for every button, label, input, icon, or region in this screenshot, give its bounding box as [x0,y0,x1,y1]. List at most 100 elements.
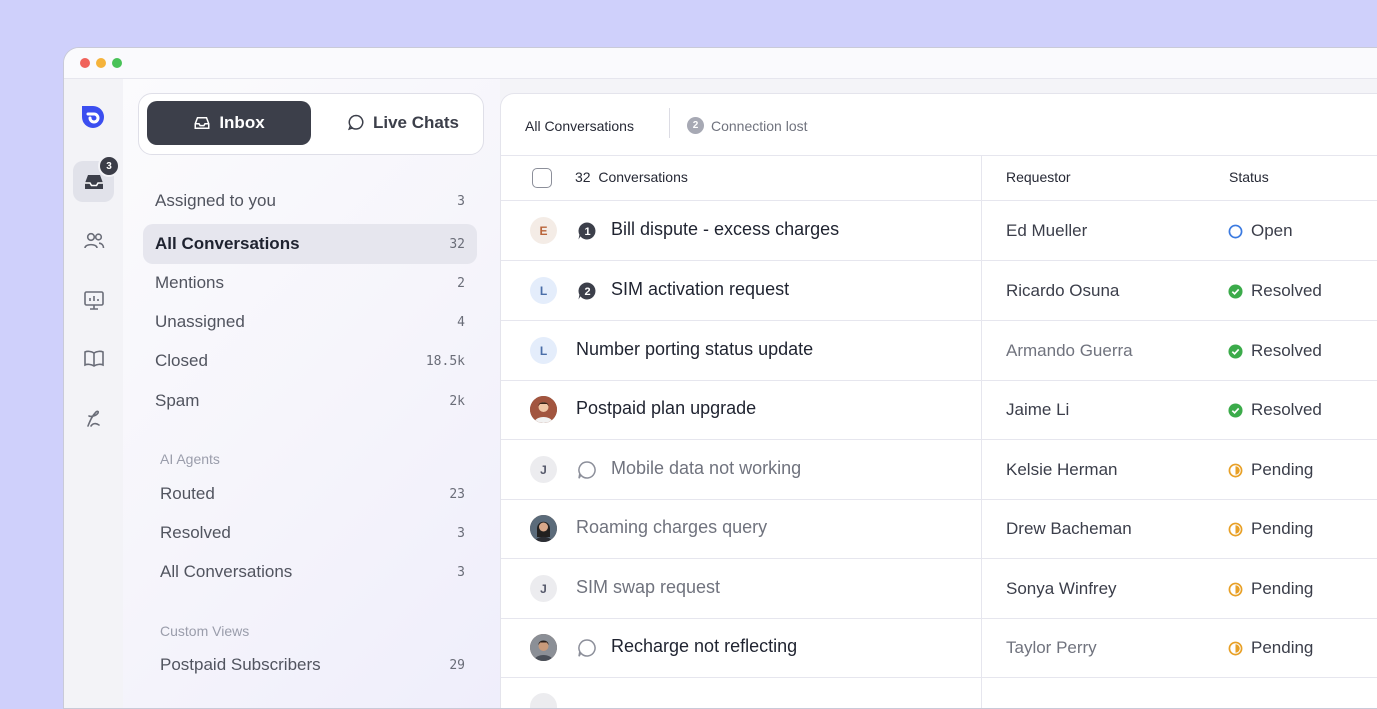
title-bar [64,48,1377,79]
ai-agents-heading: AI Agents [160,451,220,467]
status-cell: Pending [1228,579,1313,599]
logo-icon[interactable] [78,101,110,133]
table-row[interactable]: E 1 Bill dispute - excess charges Ed Mue… [501,201,1377,261]
live-chats-tab-button[interactable]: Live Chats [321,101,485,145]
chat-bubble-icon [578,639,596,657]
nav-label: All Conversations [160,562,293,581]
table-row[interactable]: J Mobile data not working Kelsie Herman … [501,440,1377,500]
nav-ai-routed[interactable]: Routed 23 [143,474,477,514]
nav-count: 29 [449,657,465,673]
nav-unassigned[interactable]: Unassigned 4 [143,302,477,342]
conversations-sidebar: Inbox Live Chats Assigned to you 3 All C… [123,79,500,708]
reports-icon [83,290,104,310]
requestor-name: Ricardo Osuna [1006,281,1120,300]
table-row[interactable] [501,678,1377,708]
nav-label: Resolved [160,523,231,542]
conversations-header-label: Conversations [598,169,688,185]
conversation-subject: Bill dispute - excess charges [611,219,840,239]
inbox-livechat-switch: Inbox Live Chats [138,93,484,155]
icon-rail: 3 [64,79,123,708]
nav-label: Unassigned [155,312,245,331]
nav-all-conversations[interactable]: All Conversations 32 [143,224,477,264]
status-cell: Pending [1228,460,1313,480]
custom-views-heading: Custom Views [160,623,250,639]
tab-divider [669,108,670,138]
nav-custom-postpaid-subscribers[interactable]: Postpaid Subscribers 29 [143,645,477,685]
nav-count: 3 [457,564,465,580]
knowledge-base-icon [83,350,104,367]
avatar: J [530,456,557,483]
minimize-window-button[interactable] [96,58,106,68]
avatar-photo [530,634,557,661]
nav-count: 18.5k [425,353,465,369]
avatar-photo [530,515,557,542]
nav-count: 2 [457,275,465,291]
integrations-icon [86,410,100,427]
table-row[interactable]: Roaming charges query Drew Bacheman Pend… [501,499,1377,559]
conversations-column-header: 32 Conversations [575,169,688,185]
table-row[interactable]: L Number porting status update Armando G… [501,321,1377,381]
nav-ai-all-conversations[interactable]: All Conversations 3 [143,552,477,592]
inbox-nav-button[interactable]: 3 [73,155,120,202]
pending-status-icon [1228,582,1243,596]
avatar-photo [530,396,557,423]
nav-spam[interactable]: Spam 2k [143,381,477,421]
nav-count: 3 [457,525,465,541]
nav-label: All Conversations [155,234,300,253]
pending-status-icon [1228,522,1243,536]
requestor-name: Drew Bacheman [1006,519,1132,538]
inbox-badge: 3 [98,155,120,177]
conversation-subject: Roaming charges query [576,517,768,537]
connection-status-text: Connection lost [711,117,808,134]
view-tabs: All Conversations 2 Connection lost [501,94,1377,156]
nav-count: 23 [449,486,465,502]
table-row[interactable]: Postpaid plan upgrade Jaime Li Resolved [501,380,1377,440]
avatar-partial [530,693,557,708]
requestor-name: Sonya Winfrey [1006,579,1117,598]
nav-ai-resolved[interactable]: Resolved 3 [143,513,477,553]
resolved-status-icon [1228,283,1243,299]
nav-label: Assigned to you [155,191,276,210]
knowledge-base-nav-button[interactable] [73,338,114,379]
status-label: Pending [1251,460,1314,479]
connection-status: 2 Connection lost [687,117,808,134]
connection-badge: 2 [687,117,704,134]
maximize-window-button[interactable] [112,58,122,68]
person-photo-icon [530,515,557,542]
requestor-column-header[interactable]: Requestor [1006,169,1071,185]
select-all-checkbox[interactable] [532,168,552,188]
nav-label: Postpaid Subscribers [160,655,321,674]
unread-count-text: 1 [584,226,590,238]
unread-count-badge: 1 [578,222,596,240]
status-label: Open [1251,221,1293,240]
close-window-button[interactable] [80,58,90,68]
nav-mentions[interactable]: Mentions 2 [143,263,477,303]
reports-nav-button[interactable] [73,279,114,320]
contacts-nav-button[interactable] [73,220,114,261]
table-row[interactable]: L 2 SIM activation request Ricardo Osuna… [501,261,1377,321]
pending-status-icon [1228,641,1243,655]
table-row[interactable]: J SIM swap request Sonya Winfrey Pending [501,559,1377,619]
nav-count: 32 [449,236,465,252]
status-label: Pending [1251,638,1314,657]
nav-closed[interactable]: Closed 18.5k [143,341,477,381]
person-photo-icon [530,396,557,423]
nav-label: Spam [155,391,200,410]
pending-status-icon [1228,463,1243,477]
nav-label: Routed [160,484,215,503]
requestor-name: Jaime Li [1006,400,1070,419]
requestor-name: Armando Guerra [1006,341,1133,360]
status-cell: Resolved [1228,400,1322,420]
table-row[interactable]: Recharge not reflecting Taylor Perry Pen… [501,618,1377,678]
nav-assigned-to-you[interactable]: Assigned to you 3 [143,181,477,221]
status-cell: Pending [1228,638,1313,658]
conversation-subject: Number porting status update [576,339,814,359]
status-column-header[interactable]: Status [1229,169,1269,185]
integrations-nav-button[interactable] [73,397,114,438]
tab-all-conversations[interactable]: All Conversations [525,118,634,134]
live-chats-tab-label: Live Chats [373,113,459,132]
inbox-tab-button[interactable]: Inbox [147,101,311,145]
inbox-tray-icon [194,117,210,129]
resolved-status-icon [1228,343,1243,359]
avatar: E [530,217,557,244]
